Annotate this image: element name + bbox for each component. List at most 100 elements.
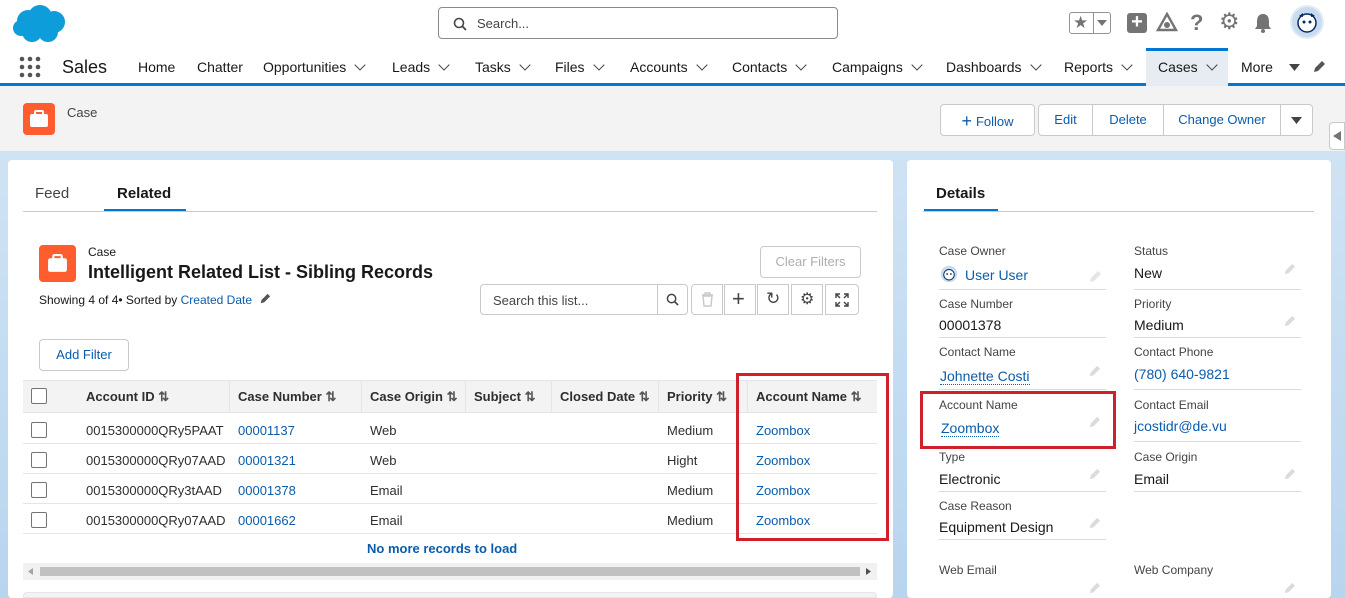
nav-item-cases[interactable]: Cases xyxy=(1146,48,1228,86)
app-launcher-icon[interactable] xyxy=(19,56,41,78)
delete-icon-button[interactable] xyxy=(691,284,723,315)
column-header-case-number[interactable]: Case Number ⇅ xyxy=(238,380,336,413)
nav-item-home[interactable]: Home xyxy=(138,48,175,86)
field-label-case-owner: Case Owner xyxy=(939,244,1006,258)
favorites-button[interactable]: ★ xyxy=(1069,12,1111,34)
tab-related[interactable]: Related xyxy=(117,185,171,202)
no-more-records-text: No more records to load xyxy=(367,541,518,556)
setup-gear-icon[interactable]: ⚙ xyxy=(1219,8,1240,35)
case-object-icon xyxy=(23,103,55,135)
tab-feed[interactable]: Feed xyxy=(35,185,69,202)
edit-pencil-icon[interactable] xyxy=(1283,315,1296,328)
field-label-case-reason: Case Reason xyxy=(939,499,1012,513)
edit-pencil-icon[interactable] xyxy=(1088,582,1101,595)
field-label-case-origin: Case Origin xyxy=(1134,450,1198,464)
field-value-contact-email-link[interactable]: jcostidr@de.vu xyxy=(1134,418,1227,434)
row-checkbox[interactable] xyxy=(31,482,47,498)
edit-pencil-icon[interactable] xyxy=(1088,517,1101,530)
caret-down-icon xyxy=(1288,64,1300,71)
nav-item-opportunities[interactable]: Opportunities xyxy=(263,48,366,86)
add-filter-button[interactable]: Add Filter xyxy=(39,339,129,371)
new-record-button[interactable]: + xyxy=(724,284,756,315)
nav-item-campaigns[interactable]: Campaigns xyxy=(832,48,923,86)
column-header-priority[interactable]: Priority ⇅ xyxy=(667,380,727,413)
search-icon[interactable] xyxy=(666,293,679,306)
related-list-title: Intelligent Related List - Sibling Recor… xyxy=(88,262,434,282)
nav-item-contacts[interactable]: Contacts xyxy=(732,48,807,86)
horizontal-scrollbar[interactable] xyxy=(23,563,877,580)
cell-account-id: 0015300000QRy3tAAD xyxy=(86,483,222,498)
change-owner-button[interactable]: Change Owner xyxy=(1163,104,1281,136)
column-header-case-origin[interactable]: Case Origin ⇅ xyxy=(370,380,458,413)
row-checkbox[interactable] xyxy=(31,422,47,438)
cell-case-number-link[interactable]: 00001378 xyxy=(238,483,296,498)
expand-icon xyxy=(835,293,849,307)
help-icon[interactable]: ? xyxy=(1190,10,1203,36)
chevron-down-icon xyxy=(354,59,366,71)
astro-avatar-icon xyxy=(1297,13,1317,33)
clear-filters-button[interactable]: Clear Filters xyxy=(760,246,861,278)
cell-case-number-link[interactable]: 00001321 xyxy=(238,453,296,468)
cell-case-origin: Email xyxy=(370,513,403,528)
nav-item-chatter[interactable]: Chatter xyxy=(197,48,243,86)
field-value-case-owner-link[interactable]: User User xyxy=(965,267,1028,283)
nav-item-reports[interactable]: Reports xyxy=(1064,48,1133,86)
row-checkbox[interactable] xyxy=(31,452,47,468)
search-placeholder: Search... xyxy=(477,16,530,31)
list-search-input[interactable]: Search this list... xyxy=(480,284,688,315)
chevron-down-icon xyxy=(519,59,531,71)
cell-case-origin: Web xyxy=(370,423,397,438)
column-header-subject[interactable]: Subject ⇅ xyxy=(474,380,536,413)
nav-item-dashboards[interactable]: Dashboards xyxy=(946,48,1042,86)
field-label-contact-name: Contact Name xyxy=(939,345,1016,359)
cell-case-number-link[interactable]: 00001137 xyxy=(238,423,295,438)
nav-item-accounts[interactable]: Accounts xyxy=(630,48,708,86)
global-create-icon[interactable]: + xyxy=(1127,12,1147,33)
caret-down-icon xyxy=(1291,117,1302,124)
global-search-input[interactable]: Search... xyxy=(438,7,838,39)
cell-case-number-link[interactable]: 00001662 xyxy=(238,513,296,528)
list-settings-button[interactable]: ⚙ xyxy=(791,284,823,315)
related-list-summary: Showing 4 of 4• Sorted by Created Date xyxy=(39,292,271,307)
nav-item-more[interactable]: More xyxy=(1241,48,1300,86)
column-header-account-id[interactable]: Account ID ⇅ xyxy=(86,380,169,413)
field-value-case-number: 00001378 xyxy=(939,317,1002,333)
cell-account-id: 0015300000QRy07AAD xyxy=(86,453,226,468)
tab-details[interactable]: Details xyxy=(936,185,985,202)
field-value-type: Electronic xyxy=(939,471,1001,487)
change-owner-icon[interactable] xyxy=(1088,270,1102,284)
record-header: Case + Follow Edit Delete Change Owner xyxy=(0,89,1345,151)
utility-panel-toggle[interactable] xyxy=(1329,122,1345,150)
edit-pencil-icon[interactable] xyxy=(1283,468,1296,481)
edit-nav-pencil-icon[interactable] xyxy=(1312,60,1326,74)
salesforce-logo-icon[interactable] xyxy=(10,4,68,44)
chevron-down-icon xyxy=(1029,59,1042,71)
field-label-web-email: Web Email xyxy=(939,563,997,577)
follow-button[interactable]: + Follow xyxy=(940,104,1035,136)
select-all-checkbox[interactable] xyxy=(31,388,47,404)
refresh-button[interactable]: ↻ xyxy=(757,284,789,315)
row-checkbox[interactable] xyxy=(31,512,47,528)
delete-button[interactable]: Delete xyxy=(1092,104,1164,136)
nav-item-tasks[interactable]: Tasks xyxy=(475,48,531,86)
sorted-by-field[interactable]: Created Date xyxy=(181,293,252,307)
expand-button[interactable] xyxy=(825,284,859,315)
user-avatar[interactable] xyxy=(1290,5,1324,39)
notifications-bell-icon[interactable] xyxy=(1254,13,1272,33)
sort-arrows-icon: ⇅ xyxy=(524,389,536,404)
field-value-priority: Medium xyxy=(1134,317,1184,333)
sort-arrows-icon: ⇅ xyxy=(638,389,650,404)
field-value-contact-phone-link[interactable]: (780) 640-9821 xyxy=(1134,366,1230,382)
scrollbar-thumb[interactable] xyxy=(40,567,860,576)
column-header-closed-date[interactable]: Closed Date ⇅ xyxy=(560,380,650,413)
nav-item-files[interactable]: Files xyxy=(555,48,605,86)
edit-button[interactable]: Edit xyxy=(1038,104,1093,136)
nav-item-leads[interactable]: Leads xyxy=(392,48,450,86)
edit-pencil-icon[interactable] xyxy=(1088,468,1101,481)
trailhead-help-icon[interactable] xyxy=(1156,12,1178,34)
edit-pencil-icon[interactable] xyxy=(1283,263,1296,276)
edit-pencil-icon[interactable] xyxy=(1283,582,1296,595)
field-value-contact-name-link[interactable]: Johnette Costi xyxy=(940,368,1030,385)
more-actions-button[interactable] xyxy=(1280,104,1313,136)
edit-pencil-icon[interactable] xyxy=(1088,365,1101,378)
